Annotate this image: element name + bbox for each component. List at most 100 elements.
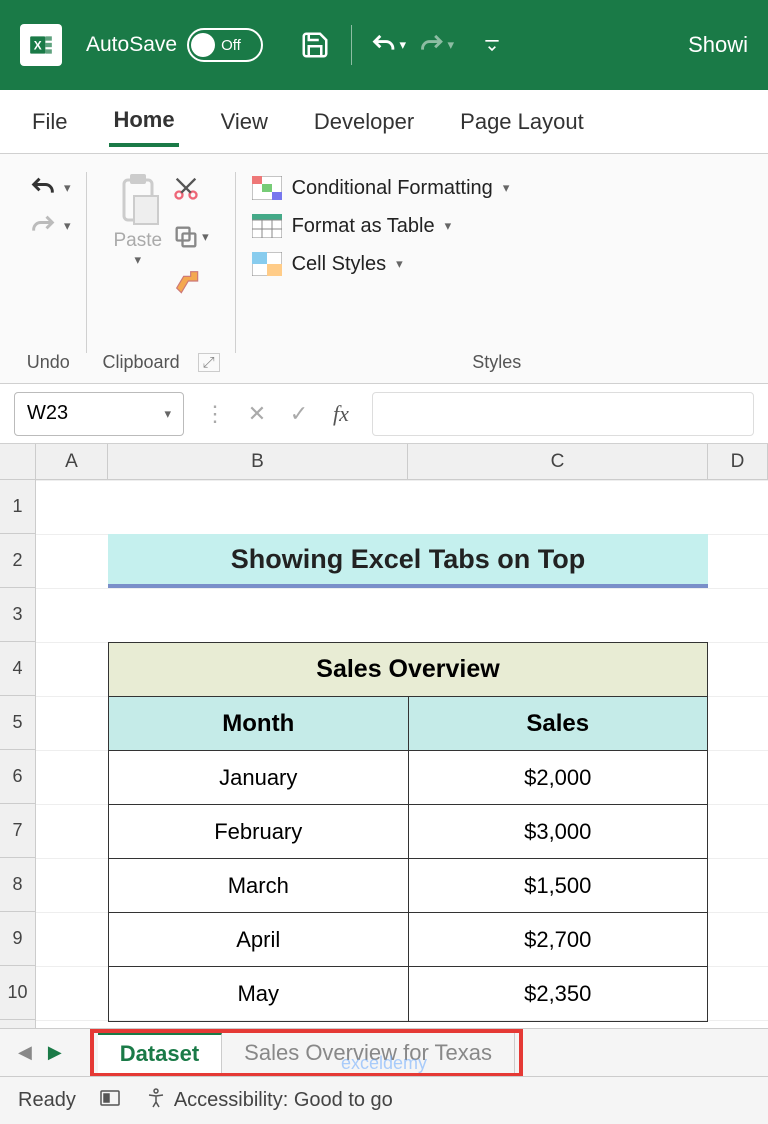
name-box[interactable]: W23 ▾: [14, 392, 184, 436]
chevron-down-icon[interactable]: ▾: [164, 406, 171, 422]
enter-formula-button[interactable]: ✓: [280, 395, 318, 433]
customize-qat-icon[interactable]: [474, 27, 510, 63]
ribbon: ▾ ▾ Undo Paste ▾ ▾ Clipboard ⤢: [0, 154, 768, 384]
excel-app-icon: X: [20, 24, 62, 66]
col-header-A[interactable]: A: [36, 444, 108, 479]
copy-button[interactable]: ▾: [172, 223, 209, 251]
redo-icon[interactable]: ▾: [418, 27, 454, 63]
format-as-table-icon: [252, 214, 282, 238]
cut-button[interactable]: [172, 174, 209, 207]
cell-sales[interactable]: $2,700: [409, 913, 708, 966]
tab-home[interactable]: Home: [109, 97, 178, 147]
macro-record-icon[interactable]: [98, 1086, 122, 1116]
save-icon[interactable]: [297, 27, 333, 63]
name-box-value: W23: [27, 402, 68, 425]
row-headers: 1 2 3 4 5 6 7 8 9 10 11: [0, 480, 36, 1074]
format-as-table-button[interactable]: Format as Table ▾: [252, 214, 510, 238]
group-styles: Conditional Formatting ▾ Format as Table…: [236, 166, 758, 383]
undo-icon[interactable]: ▾: [370, 27, 406, 63]
status-ready: Ready: [18, 1089, 76, 1112]
header-sales[interactable]: Sales: [409, 697, 708, 750]
watermark: exceldemy: [341, 1053, 427, 1074]
conditional-formatting-label: Conditional Formatting: [292, 177, 493, 200]
highlighted-tabs-box: Dataset Sales Overview for Texas: [90, 1029, 523, 1077]
prev-sheet-icon[interactable]: ◀: [18, 1042, 32, 1063]
row-header[interactable]: 1: [0, 480, 35, 534]
group-label-clipboard: Clipboard: [103, 352, 180, 373]
cancel-formula-button[interactable]: ✕: [238, 395, 276, 433]
worksheet-grid: A B C D 1 2 3 4 5 6 7 8 9 10 11 Showing …: [0, 444, 768, 1074]
autosave-label: AutoSave: [86, 33, 177, 57]
status-bar: Ready Accessibility: Good to go: [0, 1076, 768, 1124]
col-header-D[interactable]: D: [708, 444, 768, 479]
cells-area[interactable]: Showing Excel Tabs on Top Sales Overview…: [36, 480, 768, 1074]
table-row: March$1,500: [109, 859, 707, 913]
row-header[interactable]: 6: [0, 750, 35, 804]
row-header[interactable]: 4: [0, 642, 35, 696]
row-header[interactable]: 3: [0, 588, 35, 642]
table-title[interactable]: Sales Overview: [109, 643, 707, 697]
tab-view[interactable]: View: [217, 99, 272, 145]
cell-month[interactable]: January: [109, 751, 409, 804]
page-title-cell[interactable]: Showing Excel Tabs on Top: [108, 534, 708, 588]
toggle-knob: [191, 33, 215, 57]
cell-month[interactable]: March: [109, 859, 409, 912]
cell-sales[interactable]: $1,500: [409, 859, 708, 912]
format-painter-button[interactable]: [172, 267, 209, 300]
conditional-formatting-button[interactable]: Conditional Formatting ▾: [252, 176, 510, 200]
insert-function-button[interactable]: fx: [322, 395, 360, 433]
select-all-corner[interactable]: [0, 444, 36, 479]
row-header[interactable]: 9: [0, 912, 35, 966]
cell-styles-label: Cell Styles: [292, 253, 386, 276]
paste-button[interactable]: Paste ▾: [114, 166, 163, 268]
accessibility-icon[interactable]: [144, 1086, 168, 1116]
table-row: April$2,700: [109, 913, 707, 967]
tab-page-layout[interactable]: Page Layout: [456, 99, 588, 145]
conditional-formatting-icon: [252, 176, 282, 200]
column-headers: A B C D: [0, 444, 768, 480]
toggle-state: Off: [221, 37, 241, 54]
sales-table: Sales Overview Month Sales January$2,000…: [108, 642, 708, 1022]
next-sheet-icon[interactable]: ▶: [48, 1042, 62, 1063]
group-undo: ▾ ▾ Undo: [10, 166, 87, 383]
group-label-undo: Undo: [27, 346, 70, 383]
row-header[interactable]: 5: [0, 696, 35, 750]
row-header[interactable]: 10: [0, 966, 35, 1020]
row-header[interactable]: 8: [0, 858, 35, 912]
group-label-styles: Styles: [472, 346, 521, 383]
tab-file[interactable]: File: [28, 99, 71, 145]
group-clipboard: Paste ▾ ▾ Clipboard ⤢: [87, 166, 236, 383]
ribbon-tabs: File Home View Developer Page Layout: [0, 90, 768, 154]
undo-button[interactable]: ▾: [26, 174, 71, 202]
cell-styles-button[interactable]: Cell Styles ▾: [252, 252, 510, 276]
table-row: May$2,350: [109, 967, 707, 1021]
row-header[interactable]: 7: [0, 804, 35, 858]
cell-month[interactable]: May: [109, 967, 409, 1021]
svg-text:X: X: [34, 38, 42, 52]
format-as-table-label: Format as Table: [292, 215, 435, 238]
accessibility-status: Accessibility: Good to go: [174, 1089, 393, 1112]
separator: [351, 25, 352, 65]
tab-developer[interactable]: Developer: [310, 99, 418, 145]
table-row: February$3,000: [109, 805, 707, 859]
formula-bar: W23 ▾ ⋮ ✕ ✓ fx: [0, 384, 768, 444]
toggle-switch[interactable]: Off: [187, 28, 263, 62]
table-row: January$2,000: [109, 751, 707, 805]
cell-month[interactable]: February: [109, 805, 409, 858]
cell-sales[interactable]: $3,000: [409, 805, 708, 858]
col-header-C[interactable]: C: [408, 444, 708, 479]
header-month[interactable]: Month: [109, 697, 409, 750]
title-bar: X AutoSave Off ▾ ▾ Showi: [0, 0, 768, 90]
formula-input[interactable]: [372, 392, 754, 436]
redo-button[interactable]: ▾: [26, 212, 71, 240]
sheet-tab-dataset[interactable]: Dataset: [98, 1033, 222, 1073]
cell-sales[interactable]: $2,350: [409, 967, 708, 1021]
col-header-B[interactable]: B: [108, 444, 408, 479]
grip-icon: ⋮: [196, 395, 234, 433]
cell-month[interactable]: April: [109, 913, 409, 966]
cell-sales[interactable]: $2,000: [409, 751, 708, 804]
paste-label: Paste: [114, 230, 163, 252]
autosave-toggle[interactable]: AutoSave Off: [86, 28, 263, 62]
dialog-launcher-icon[interactable]: ⤢: [198, 353, 220, 372]
row-header[interactable]: 2: [0, 534, 35, 588]
